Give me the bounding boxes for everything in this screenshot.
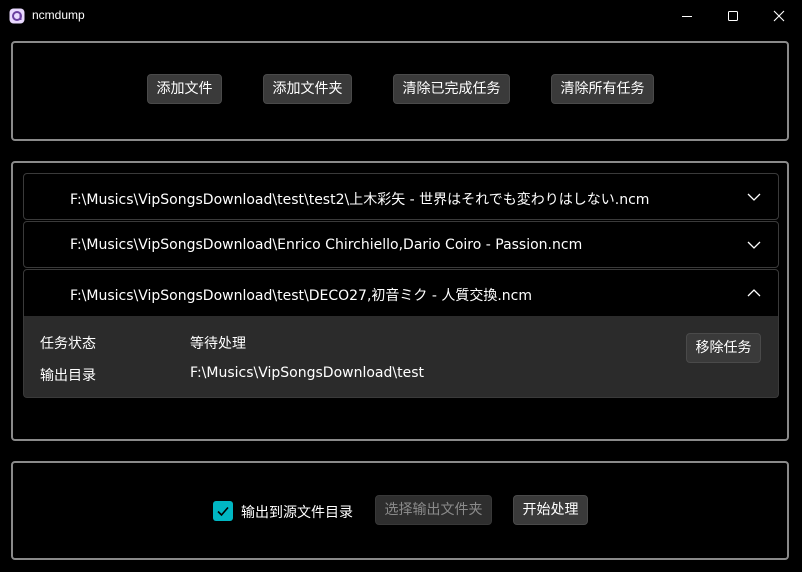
task-path: F:\Musics\VipSongsDownload\test\DECO27,初…: [70, 288, 532, 304]
window-title: ncmdump: [32, 8, 85, 22]
maximize-icon: [728, 11, 738, 21]
close-icon: [773, 10, 785, 22]
output-to-source-checkbox[interactable]: [213, 501, 233, 521]
chevron-up-icon[interactable]: [746, 285, 762, 301]
task-path: F:\Musics\VipSongsDownload\Enrico Chirch…: [70, 237, 583, 253]
task-path: F:\Musics\VipSongsDownload\test\test2\上木…: [70, 192, 650, 208]
task-item[interactable]: F:\Musics\VipSongsDownload\test\test2\上木…: [23, 173, 779, 220]
task-item[interactable]: F:\Musics\VipSongsDownload\Enrico Chirch…: [23, 221, 779, 268]
minimize-icon: [682, 16, 692, 17]
select-output-folder-button[interactable]: 选择输出文件夹: [375, 495, 492, 525]
maximize-button[interactable]: [710, 0, 756, 32]
task-status-label: 任务状态: [40, 336, 96, 352]
chevron-down-icon[interactable]: [746, 237, 762, 253]
output-dir-value: F:\Musics\VipSongsDownload\test: [190, 365, 424, 381]
add-folder-button[interactable]: 添加文件夹: [263, 74, 352, 104]
start-processing-button[interactable]: 开始处理: [513, 495, 588, 525]
chevron-down-icon[interactable]: [746, 189, 762, 205]
output-dir-label: 输出目录: [40, 368, 96, 384]
title-bar: ncmdump: [0, 0, 802, 32]
task-status-value: 等待处理: [190, 336, 246, 352]
app-logo-icon: [9, 8, 25, 24]
output-to-source-label[interactable]: 输出到源文件目录: [241, 502, 353, 522]
checkmark-icon: [217, 506, 229, 517]
minimize-button[interactable]: [664, 0, 710, 32]
add-file-button[interactable]: 添加文件: [147, 74, 222, 104]
clear-all-button[interactable]: 清除所有任务: [551, 74, 654, 104]
clear-completed-button[interactable]: 清除已完成任务: [393, 74, 510, 104]
close-button[interactable]: [756, 0, 802, 32]
remove-task-button[interactable]: 移除任务: [686, 333, 761, 363]
task-item-expanded[interactable]: F:\Musics\VipSongsDownload\test\DECO27,初…: [23, 269, 779, 317]
task-detail-panel: [23, 316, 779, 398]
